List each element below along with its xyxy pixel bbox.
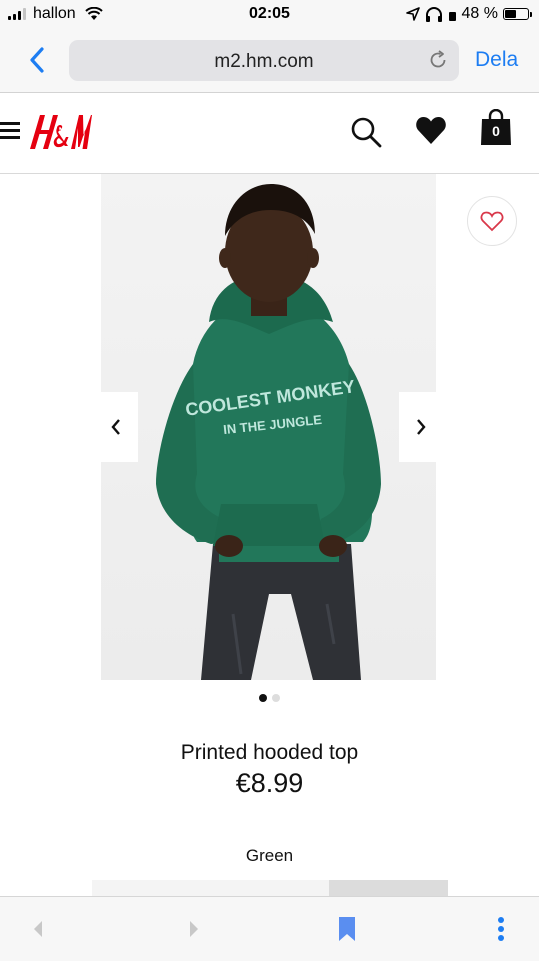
bag-count: 0 [492, 123, 500, 139]
selected-color-label: Green [245, 846, 294, 865]
product-gallery: COOLEST MONKEY IN THE JUNGLE [0, 174, 539, 680]
shopping-bag-icon[interactable]: 0 [478, 109, 514, 147]
pagination-dot[interactable] [272, 694, 280, 702]
back-chevron-icon[interactable] [24, 44, 52, 76]
battery-percent: 48 % [461, 5, 498, 22]
heart-outline-icon [480, 211, 504, 232]
back-arrow-icon[interactable] [26, 915, 52, 943]
product-title: Printed hooded top [180, 741, 359, 764]
status-bar: hallon 02:05 48 % [0, 0, 539, 30]
reload-icon[interactable] [427, 49, 449, 71]
next-image-button[interactable] [399, 392, 443, 462]
status-right-group: 48 % [405, 5, 532, 23]
search-icon[interactable] [349, 115, 383, 149]
bookmark-icon[interactable] [334, 915, 360, 943]
gallery-pagination [0, 694, 539, 702]
battery-icon [503, 8, 532, 20]
previous-image-button[interactable] [94, 392, 138, 462]
url-text: m2.hm.com [214, 51, 314, 72]
chevron-left-icon [111, 419, 120, 435]
menu-icon[interactable] [0, 122, 20, 142]
share-button[interactable]: Dela [475, 48, 518, 72]
chevron-right-icon [417, 419, 426, 435]
forward-arrow-icon[interactable] [180, 915, 206, 943]
add-to-favourites-button[interactable] [467, 196, 517, 246]
url-field[interactable]: m2.hm.com [69, 40, 459, 81]
pagination-dot[interactable] [259, 694, 267, 702]
rotation-lock-icon [448, 11, 456, 21]
browser-toolbar [0, 896, 539, 961]
location-arrow-icon [405, 7, 420, 21]
more-icon[interactable] [488, 915, 514, 943]
hm-logo[interactable] [30, 111, 92, 153]
product-price: €8.99 [235, 768, 304, 798]
browser-address-bar: m2.hm.com Dela [0, 30, 539, 93]
product-photo[interactable]: COOLEST MONKEY IN THE JUNGLE [101, 174, 436, 680]
site-header: 0 [0, 93, 539, 174]
heart-icon[interactable] [415, 115, 447, 145]
headphones-icon [425, 6, 442, 22]
